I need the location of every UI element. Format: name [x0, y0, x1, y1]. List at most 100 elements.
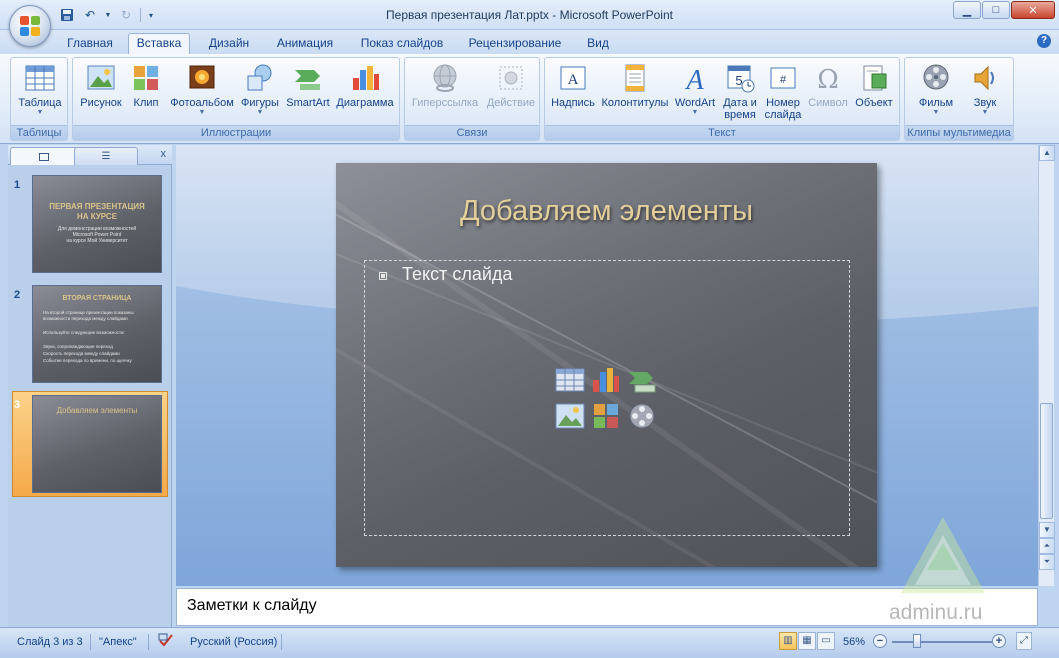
film-reel-icon	[920, 62, 952, 94]
zoom-slider-thumb[interactable]	[913, 634, 921, 648]
zoom-out-icon[interactable]: −	[873, 634, 887, 648]
object-button[interactable]: Объект	[851, 60, 897, 126]
help-icon[interactable]: ?	[1037, 34, 1051, 48]
insert-smartart-icon[interactable]	[627, 366, 657, 394]
thumb-bullet: Звуки, сопровождающие переход	[43, 344, 113, 349]
tab-outline[interactable]: ☰	[74, 147, 138, 165]
dropdown-arrow-icon: ▼	[256, 109, 264, 116]
group-label-media: Клипы мультимедиа	[905, 125, 1013, 140]
watermark-logo	[901, 517, 985, 593]
zoom-level[interactable]: 56%	[843, 633, 865, 651]
zoom-in-icon[interactable]: +	[992, 634, 1006, 648]
tab-animation[interactable]: Анимация	[270, 34, 340, 54]
content-placeholder[interactable]: Текст слайда	[364, 260, 850, 536]
shapes-label: Фигуры	[241, 97, 279, 109]
headerfooter-label: Колонтитулы	[601, 97, 669, 109]
symbol-button[interactable]: Ω Символ	[805, 60, 851, 126]
insert-picture-icon[interactable]	[555, 402, 585, 430]
picture-button[interactable]: Рисунок	[75, 60, 127, 126]
chart-icon	[349, 62, 381, 94]
current-slide[interactable]: Добавляем элементы Текст слайда	[336, 163, 877, 567]
slide-thumbnail-2[interactable]: ВТОРАЯ СТРАНИЦА На второй странице презе…	[32, 285, 162, 383]
wordart-button[interactable]: A WordArt ▼	[671, 60, 719, 126]
slidenumber-label-2: слайда	[764, 109, 802, 121]
zoom-slider-track[interactable]	[892, 641, 992, 643]
action-label: Действие	[486, 97, 536, 109]
slide-sorter-view-icon[interactable]: ▦	[798, 632, 816, 650]
group-label-illustrations: Иллюстрации	[73, 125, 399, 140]
hyperlink-icon	[429, 62, 461, 94]
insert-clipart-icon[interactable]	[591, 402, 621, 430]
spellcheck-icon[interactable]	[158, 633, 176, 651]
movie-button[interactable]: Фильм ▼	[911, 60, 961, 126]
bullet-icon	[379, 272, 387, 280]
calendar-icon: 5	[724, 62, 756, 94]
status-separator	[90, 634, 91, 650]
table-icon	[24, 62, 56, 94]
maximize-button[interactable]: □	[982, 1, 1010, 19]
office-logo-icon	[20, 16, 40, 36]
shapes-icon	[244, 62, 276, 94]
slide-thumbnail-1[interactable]: ПЕРВАЯ ПРЕЗЕНТАЦИЯ НА КУРСЕ Для демонстр…	[32, 175, 162, 273]
object-label: Объект	[855, 97, 893, 109]
group-media: Фильм ▼ Звук ▼ Клипы мультимедиа	[904, 57, 1014, 141]
tab-view[interactable]: Вид	[580, 34, 616, 54]
scroll-thumb[interactable]	[1040, 403, 1053, 519]
datetime-button[interactable]: 5 Дата и время	[719, 60, 761, 126]
tab-slides[interactable]	[10, 147, 78, 165]
datetime-label-1: Дата и	[723, 97, 757, 109]
symbol-label: Символ	[808, 97, 848, 109]
dropdown-arrow-icon: ▼	[691, 109, 699, 116]
slide-title[interactable]: Добавляем элементы	[336, 195, 877, 228]
chart-label: Диаграмма	[336, 97, 394, 109]
clip-button[interactable]: Клип	[127, 60, 165, 126]
textbox-button[interactable]: A Надпись	[547, 60, 599, 126]
thumb-title: НА КУРСЕ	[76, 212, 118, 221]
action-button[interactable]: Действие	[483, 60, 539, 126]
table-button[interactable]: Таблица ▼	[15, 60, 65, 126]
slideshow-view-icon[interactable]: ▭	[817, 632, 835, 650]
tab-design[interactable]: Дизайн	[200, 34, 258, 54]
hyperlink-button[interactable]: Гиперссылка	[407, 60, 483, 126]
fit-to-window-icon[interactable]: ⤢	[1016, 632, 1032, 650]
tab-insert[interactable]: Вставка	[128, 33, 190, 55]
datetime-label-2: время	[724, 109, 756, 121]
previous-slide-icon[interactable]: ⏶	[1039, 538, 1055, 554]
tab-slideshow[interactable]: Показ слайдов	[355, 34, 449, 54]
slide-thumbnail-3[interactable]: Добавляем элементы	[32, 395, 162, 493]
vertical-scrollbar[interactable]: ▲ ▼ ⏶ ⏷	[1038, 145, 1055, 586]
scroll-up-icon[interactable]: ▲	[1039, 145, 1055, 161]
shapes-button[interactable]: Фигуры ▼	[237, 60, 283, 126]
tab-review[interactable]: Рецензирование	[462, 34, 568, 54]
slidenumber-icon: #	[767, 62, 799, 94]
close-button[interactable]: ✕	[1011, 1, 1055, 19]
photoalbum-button[interactable]: Фотоальбом ▼	[167, 60, 237, 126]
tab-home[interactable]: Главная	[60, 34, 120, 54]
hyperlink-label: Гиперссылка	[411, 97, 479, 109]
photoalbum-label: Фотоальбом	[170, 97, 234, 109]
thumb-bullet: Событие перехода по времени, по щелчку	[43, 358, 132, 363]
placeholder-text[interactable]: Текст слайда	[402, 264, 512, 285]
content-insert-icons	[555, 366, 665, 436]
notes-placeholder[interactable]: Заметки к слайду	[187, 597, 317, 615]
scroll-down-icon[interactable]: ▼	[1039, 522, 1055, 538]
insert-media-icon[interactable]	[627, 402, 657, 430]
smartart-button[interactable]: SmartArt	[283, 60, 333, 126]
chart-button[interactable]: Диаграмма	[333, 60, 397, 126]
movie-label: Фильм	[918, 97, 954, 109]
insert-chart-icon[interactable]	[591, 366, 621, 394]
headerfooter-button[interactable]: Колонтитулы	[599, 60, 671, 126]
textbox-label: Надпись	[551, 97, 595, 109]
office-button[interactable]	[9, 5, 51, 47]
language-indicator[interactable]: Русский (Россия)	[190, 633, 277, 651]
sound-button[interactable]: Звук ▼	[961, 60, 1009, 126]
next-slide-icon[interactable]: ⏷	[1039, 554, 1055, 570]
normal-view-icon[interactable]: ▥	[779, 632, 797, 650]
object-icon	[858, 62, 890, 94]
insert-table-icon[interactable]	[555, 366, 585, 394]
svg-text:A: A	[568, 72, 579, 88]
minimize-button[interactable]: ▁	[953, 1, 981, 19]
slidenumber-button[interactable]: # Номер слайда	[761, 60, 805, 126]
close-panel-icon[interactable]: x	[161, 148, 167, 160]
textbox-icon: A	[557, 62, 589, 94]
